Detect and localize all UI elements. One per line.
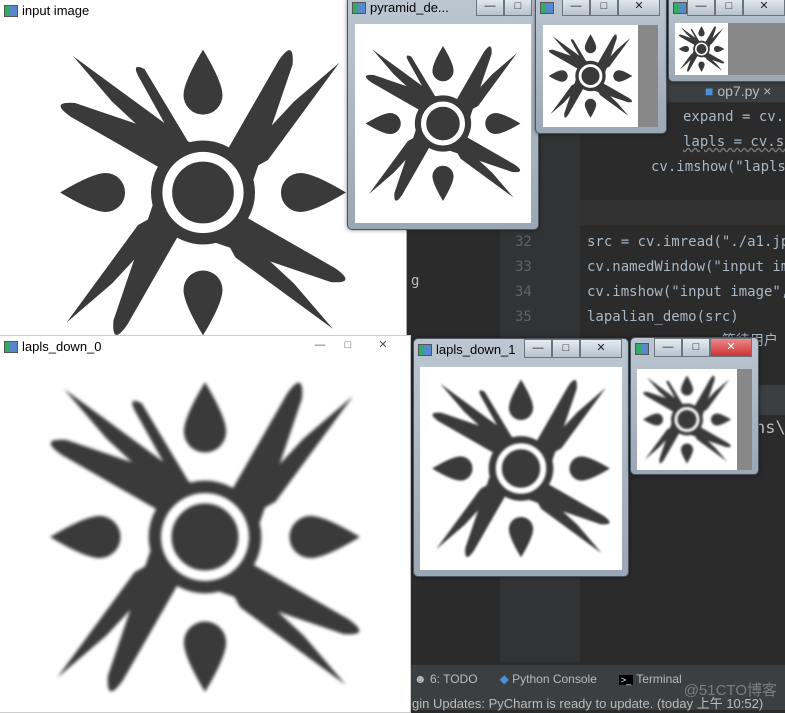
window-controls: — □ — [476, 0, 532, 16]
window-title: lapls_down_0 — [22, 339, 102, 354]
todo-tool[interactable]: ☻ 6: TODO — [414, 672, 478, 686]
maximize-button[interactable]: □ — [552, 339, 580, 358]
code-line[interactable]: cv.namedWindow("input ima — [587, 259, 785, 275]
panel-fragment: g — [411, 273, 420, 289]
code-line[interactable]: cv.imshow("lapls_ — [651, 159, 785, 175]
terminal-tool[interactable]: >_ Terminal — [618, 672, 682, 686]
window-controls: — □ ✕ — [687, 0, 785, 16]
window-pyramid-level-3[interactable]: — □ ✕ — [668, 0, 785, 82]
window-pyramid-demo[interactable]: pyramid_de... — □ — [347, 0, 539, 230]
image-view — [0, 22, 406, 336]
watermark: @51CTO博客 — [683, 682, 777, 699]
window-controls: — □ ✕ — [306, 336, 404, 355]
minimize-button[interactable]: — — [306, 336, 334, 355]
code-line[interactable]: src = cv.imread("./a1.jpg — [587, 234, 785, 250]
image-view — [543, 25, 658, 127]
app-icon — [4, 341, 18, 353]
terminal-icon: >_ — [618, 675, 634, 685]
minimize-button[interactable]: — — [476, 0, 504, 16]
bottom-toolbar: ☻ 6: TODO ◆ Python Console >_ Terminal g… — [410, 665, 785, 711]
window-title: input image — [22, 3, 90, 18]
app-icon — [673, 2, 687, 14]
image-view — [420, 367, 622, 570]
window-controls: — □ ✕ — [562, 0, 660, 16]
window-lapls-down-2[interactable]: — □ ✕ — [630, 337, 759, 475]
path-fragment: ns\P — [755, 418, 785, 438]
close-button[interactable]: ✕ — [362, 336, 404, 355]
window-controls: — □ ✕ — [654, 338, 752, 357]
current-line-highlight — [580, 200, 785, 225]
tab-op7[interactable]: ■ op7.py × — [705, 83, 771, 99]
line-number: 34 — [515, 284, 532, 300]
code-line[interactable]: lapalian_demo(src) — [587, 309, 739, 325]
image-view — [675, 23, 785, 75]
tab-label: op7.py — [717, 83, 760, 99]
app-icon — [635, 343, 649, 355]
close-button[interactable]: ✕ — [710, 338, 752, 357]
code-line[interactable]: cv.imshow("input image",s — [587, 284, 785, 300]
close-button[interactable]: ✕ — [618, 0, 660, 16]
window-controls: — □ ✕ — [524, 339, 622, 358]
maximize-button[interactable]: □ — [334, 336, 362, 355]
minimize-button[interactable]: — — [524, 339, 552, 358]
window-title: lapls_down_1 — [436, 342, 516, 357]
app-icon — [352, 2, 366, 14]
maximize-button[interactable]: □ — [504, 0, 532, 16]
line-number: 32 — [515, 234, 532, 250]
minimize-button[interactable]: — — [562, 0, 590, 16]
app-icon — [540, 2, 554, 14]
app-icon — [418, 344, 432, 356]
code-line[interactable]: lapls = cv.su — [683, 134, 785, 150]
close-button[interactable]: ✕ — [743, 0, 785, 16]
window-lapls-down-1[interactable]: lapls_down_1 — □ ✕ — [413, 338, 629, 577]
window-pyramid-level-2[interactable]: — □ ✕ — [535, 0, 667, 134]
close-button[interactable]: ✕ — [580, 339, 622, 358]
python-icon: ◆ — [499, 672, 509, 686]
maximize-button[interactable]: □ — [682, 338, 710, 357]
line-number: 35 — [515, 309, 532, 325]
maximize-button[interactable]: □ — [590, 0, 618, 16]
python-console-tool[interactable]: ◆ Python Console — [500, 672, 597, 686]
app-icon — [4, 5, 18, 17]
code-line[interactable]: expand = cv.p — [683, 109, 785, 125]
window-input-image[interactable]: input image — [0, 0, 407, 337]
maximize-button[interactable]: □ — [715, 0, 743, 16]
window-title: pyramid_de... — [370, 0, 449, 15]
image-view — [5, 361, 405, 712]
image-view — [637, 369, 752, 470]
line-number: 33 — [515, 259, 532, 275]
minimize-button[interactable]: — — [687, 0, 715, 16]
python-file-icon: ■ — [705, 83, 714, 99]
minimize-button[interactable]: — — [654, 338, 682, 357]
window-lapls-down-0[interactable]: lapls_down_0 — □ ✕ — [0, 335, 411, 713]
todo-icon: ☻ — [414, 672, 427, 686]
image-view — [355, 24, 531, 223]
